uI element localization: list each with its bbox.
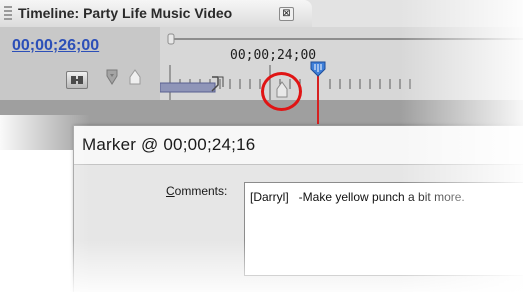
comments-label: Comments: (166, 184, 227, 198)
playhead-line (317, 72, 319, 124)
highlight-circle (261, 72, 302, 111)
playhead-icon[interactable] (309, 60, 327, 78)
current-time-display[interactable]: 00;00;26;00 (12, 37, 99, 55)
ruler-graphics (160, 33, 523, 100)
comments-label-rest: omments: (174, 184, 228, 198)
dialog-title: Marker @ 00;00;24;16 (82, 135, 256, 154)
screenshot-stage: Timeline: Party Life Music Video ⊠ 00;00… (0, 0, 523, 292)
comments-textarea[interactable]: [Darryl] -Make yellow punch a bit more. (244, 182, 523, 276)
zoom-bar-handle (167, 33, 175, 45)
snap-icon (71, 76, 83, 84)
ruler-timecode-label: 00;00;24;00 (230, 48, 317, 63)
comments-text: [Darryl] -Make yellow punch a bit more. (250, 190, 465, 204)
timeline-tab-title: Timeline: Party Life Music Video (18, 5, 233, 21)
set-marker-icon[interactable] (129, 68, 141, 86)
grip-icon[interactable] (4, 6, 12, 20)
set-edit-point-icon[interactable] (104, 68, 120, 86)
snap-button[interactable] (66, 71, 88, 89)
comments-label-mnemonic: C (166, 184, 175, 198)
timeline-tab[interactable]: Timeline: Party Life Music Video ⊠ (0, 0, 312, 29)
marker-dialog: Marker @ 00;00;24;16 Comments: [Darryl] … (73, 125, 523, 292)
close-icon[interactable]: ⊠ (279, 7, 294, 21)
dialog-titlebar[interactable]: Marker @ 00;00;24;16 (74, 126, 523, 165)
